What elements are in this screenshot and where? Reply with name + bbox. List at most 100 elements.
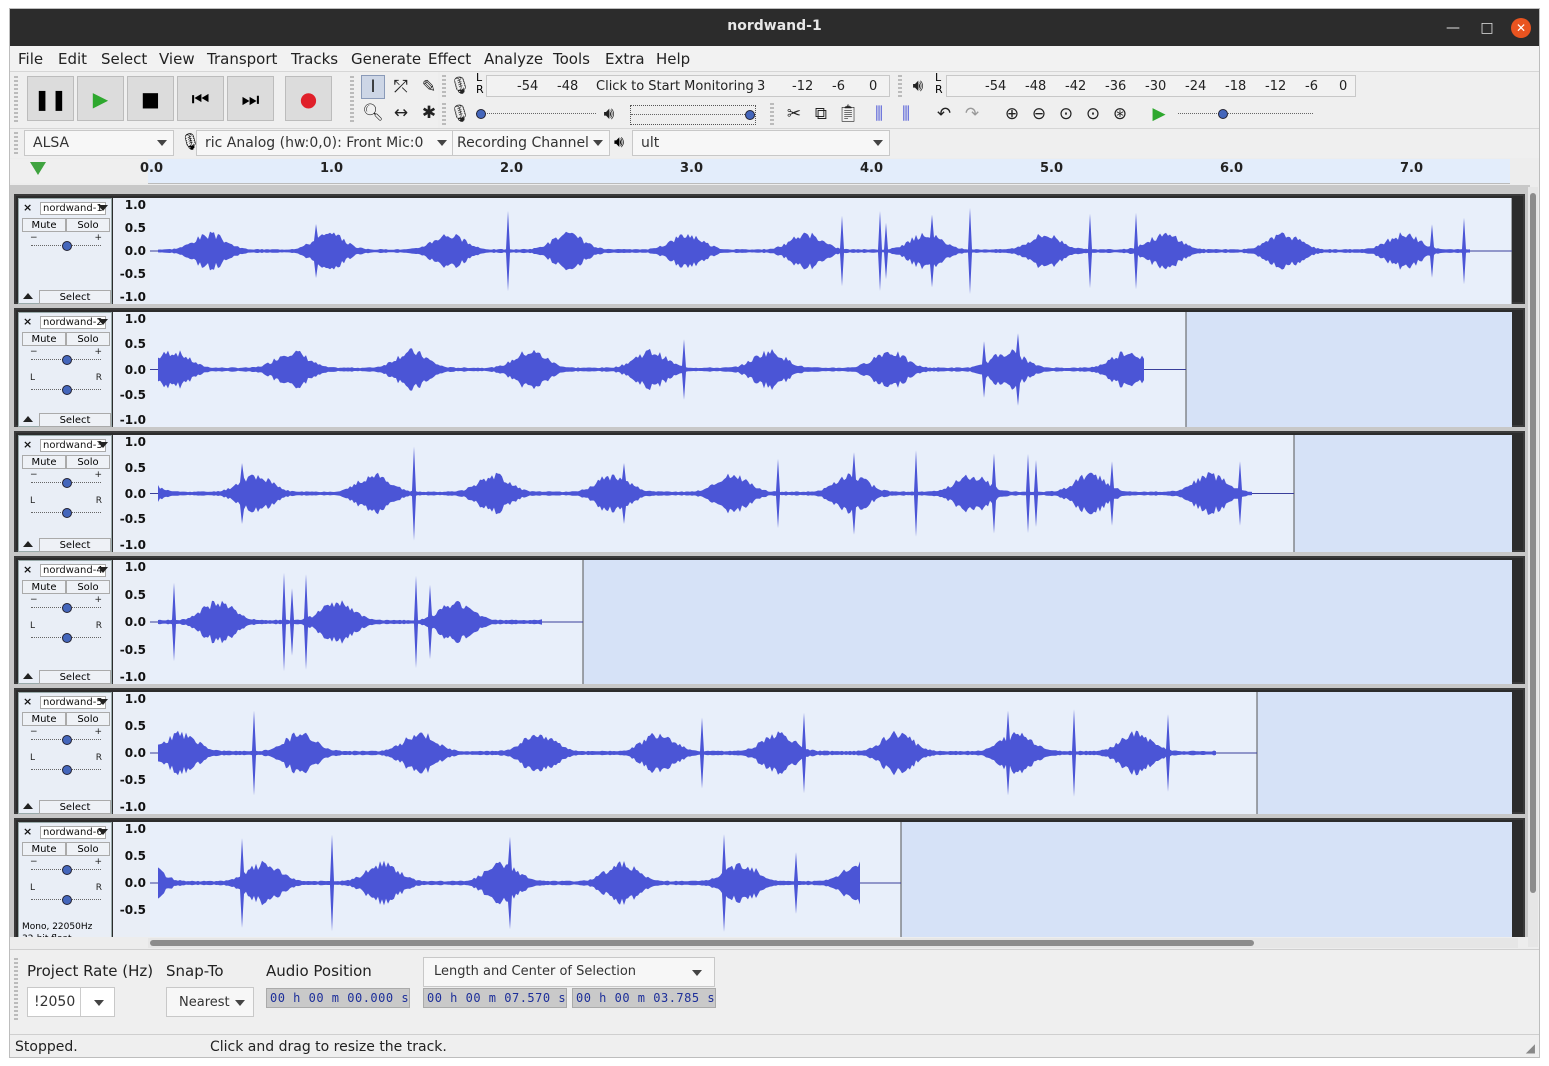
audio-track[interactable]: × nordwand-6 Mute Solo − + L R Mono, 22050Hz… [14, 818, 1525, 937]
selection-tool-icon[interactable]: I [361, 75, 385, 99]
track-menu-arrow-icon[interactable] [98, 699, 108, 705]
mute-button[interactable]: Mute [22, 455, 66, 469]
toolbar-grip[interactable] [350, 76, 354, 124]
pan-slider[interactable]: LR [30, 883, 102, 909]
track-select-button[interactable]: Select [39, 800, 111, 814]
toolbar-grip[interactable] [898, 75, 902, 97]
track-name-menu[interactable]: nordwand-1 [40, 202, 106, 215]
track-close-icon[interactable]: × [23, 695, 32, 708]
audio-track[interactable]: × nordwand-2 Mute Solo − + L R Select 1.0 0.5… [14, 308, 1525, 427]
scroll-thumb[interactable] [1530, 193, 1536, 893]
playback-meter[interactable]: -54 -48 -42 -36 -30 -24 -18 -12 -6 0 [946, 75, 1356, 97]
gain-slider[interactable]: − + [30, 727, 102, 749]
trim-icon[interactable]: ⫼ [867, 102, 891, 126]
menu-view[interactable]: View [159, 50, 195, 68]
track-name-menu[interactable]: nordwand-5 [40, 696, 106, 709]
time-shift-tool-icon[interactable]: ↔ [389, 101, 413, 125]
play-button[interactable]: ▶ [77, 76, 124, 121]
selection-center-field[interactable]: 00 h 00 m 03.785 s [572, 988, 716, 1008]
gain-slider[interactable]: − + [30, 233, 102, 255]
track-close-icon[interactable]: × [23, 201, 32, 214]
track-name-menu[interactable]: nordwand-3 [40, 439, 106, 452]
track-select-button[interactable]: Select [39, 670, 111, 684]
draw-tool-icon[interactable]: ✎ [417, 75, 441, 99]
toolbar-grip[interactable] [442, 103, 446, 125]
horizontal-scrollbar[interactable] [148, 938, 1518, 948]
toolbar-grip[interactable] [770, 103, 774, 125]
menu-effect[interactable]: Effect [428, 50, 471, 68]
track-menu-arrow-icon[interactable] [98, 442, 108, 448]
pan-slider[interactable]: LR [30, 753, 102, 779]
audio-host-select[interactable]: ALSA [24, 130, 174, 156]
snap-to-select[interactable]: Nearest [166, 987, 254, 1017]
waveform-area[interactable] [150, 312, 1512, 427]
audio-track[interactable]: × nordwand-1 Mute Solo − + Select 1.0 0.5 0.… [14, 194, 1525, 304]
gain-slider[interactable]: − + [30, 470, 102, 492]
mute-button[interactable]: Mute [22, 580, 66, 594]
stop-button[interactable]: ■ [127, 76, 174, 121]
skip-start-button[interactable]: ⏮ [177, 76, 224, 121]
track-control-panel[interactable]: × nordwand-5 Mute Solo − + L R Select [18, 692, 112, 814]
mute-button[interactable]: Mute [22, 842, 66, 856]
toolbar-grip[interactable] [14, 76, 18, 124]
waveform-area[interactable] [150, 692, 1512, 814]
playback-device-select[interactable]: ult [632, 130, 890, 156]
menu-transport[interactable]: Transport [207, 50, 277, 68]
mute-button[interactable]: Mute [22, 332, 66, 346]
menu-tools[interactable]: Tools [553, 50, 590, 68]
track-control-panel[interactable]: × nordwand-1 Mute Solo − + Select [18, 198, 112, 304]
paste-icon[interactable]: 📋︎ [836, 102, 860, 126]
track-select-button[interactable]: Select [39, 538, 111, 552]
start-monitoring-text[interactable]: Click to Start Monitoring [596, 79, 754, 94]
track-close-icon[interactable]: × [23, 438, 32, 451]
solo-button[interactable]: Solo [66, 580, 110, 594]
track-name-menu[interactable]: nordwand-2 [40, 316, 106, 329]
track-menu-arrow-icon[interactable] [98, 319, 108, 325]
track-control-panel[interactable]: × nordwand-6 Mute Solo − + L R Mono, 22050Hz… [18, 822, 112, 937]
audio-track[interactable]: × nordwand-5 Mute Solo − + L R Select 1.0 0.5… [14, 688, 1525, 814]
menu-extra[interactable]: Extra [605, 50, 645, 68]
multi-tool-icon[interactable]: ✱ [417, 101, 441, 125]
solo-button[interactable]: Solo [66, 455, 110, 469]
toolbar-grip[interactable] [442, 75, 446, 97]
project-rate-combo[interactable]: !2050 [27, 987, 115, 1017]
track-select-button[interactable]: Select [39, 413, 111, 427]
menu-generate[interactable]: Generate [351, 50, 421, 68]
pan-slider[interactable]: LR [30, 496, 102, 522]
track-close-icon[interactable]: × [23, 315, 32, 328]
menu-file[interactable]: File [18, 50, 43, 68]
record-meter-mic-icon[interactable]: 🎙︎ [448, 74, 472, 98]
zoom-out-icon[interactable]: ⊖ [1027, 102, 1051, 126]
toolbar-grip[interactable] [14, 132, 18, 154]
collapse-track-icon[interactable] [23, 416, 33, 422]
collapse-track-icon[interactable] [23, 293, 33, 299]
pan-slider[interactable]: LR [30, 621, 102, 647]
solo-button[interactable]: Solo [66, 332, 110, 346]
recording-channels-select[interactable]: Recording Channel [452, 130, 610, 156]
solo-button[interactable]: Solo [66, 842, 110, 856]
scroll-thumb[interactable] [150, 940, 1254, 946]
minimize-icon[interactable]: — [1443, 18, 1463, 38]
cut-icon[interactable]: ✂ [782, 102, 806, 126]
silence-icon[interactable]: ⫼ [894, 102, 918, 126]
timeline-ruler[interactable]: 0.0 1.0 2.0 3.0 4.0 5.0 6.0 7.0 [140, 159, 1510, 184]
toolbar-grip[interactable] [14, 958, 18, 1022]
gain-slider[interactable]: − + [30, 595, 102, 617]
resize-grip-icon[interactable]: ◢ [1526, 1041, 1535, 1055]
menu-help[interactable]: Help [656, 50, 690, 68]
mute-button[interactable]: Mute [22, 712, 66, 726]
pause-button[interactable]: ❚❚ [27, 76, 74, 121]
pinned-play-head-icon[interactable] [30, 162, 46, 175]
track-control-panel[interactable]: × nordwand-4 Mute Solo − + L R Select [18, 560, 112, 684]
waveform-area[interactable] [150, 560, 1512, 684]
close-icon[interactable]: ✕ [1511, 18, 1531, 38]
track-menu-arrow-icon[interactable] [98, 567, 108, 573]
playback-volume-slider[interactable] [630, 105, 756, 125]
envelope-tool-icon[interactable]: ⤱ [389, 75, 413, 99]
fit-project-icon[interactable]: ⊙ [1081, 102, 1105, 126]
track-control-panel[interactable]: × nordwand-2 Mute Solo − + L R Select [18, 312, 112, 427]
copy-icon[interactable]: ⧉ [809, 102, 833, 126]
gain-slider[interactable]: − + [30, 857, 102, 879]
selection-mode-select[interactable]: Length and Center of Selection [423, 957, 715, 987]
collapse-track-icon[interactable] [23, 541, 33, 547]
